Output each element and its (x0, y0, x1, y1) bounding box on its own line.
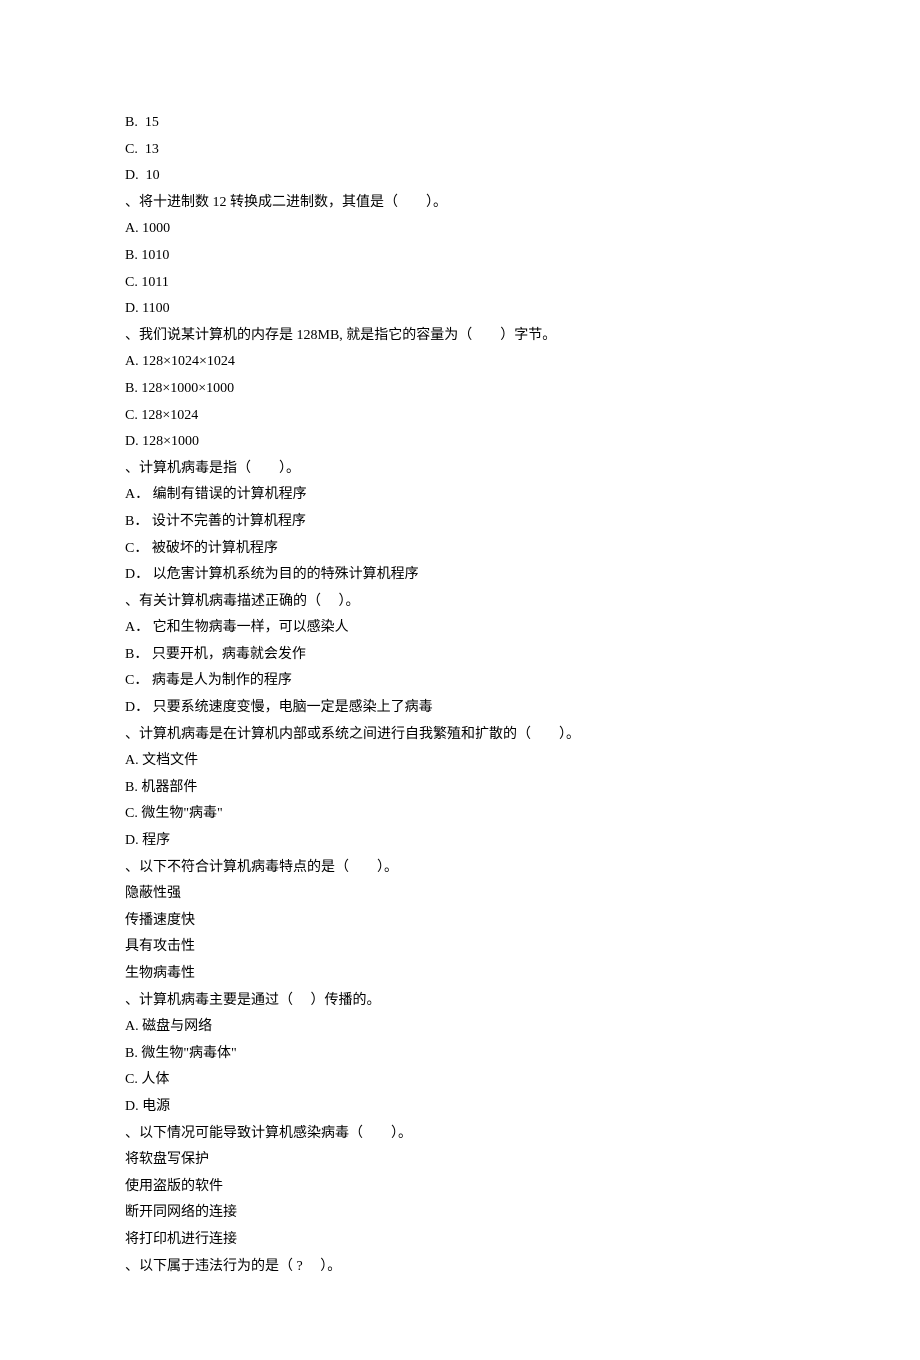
text-line: C. 13 (125, 137, 795, 164)
text-line: C. 人体 (125, 1067, 795, 1094)
text-line: C． 被破坏的计算机程序 (125, 536, 795, 563)
text-line: A. 128×1024×1024 (125, 349, 795, 376)
text-line: C. 1011 (125, 270, 795, 297)
text-line: A. 文档文件 (125, 748, 795, 775)
text-line: 将打印机进行连接 (125, 1227, 795, 1254)
text-line: 、计算机病毒主要是通过（ ）传播的。 (125, 988, 795, 1015)
text-line: 隐蔽性强 (125, 881, 795, 908)
text-line: C． 病毒是人为制作的程序 (125, 668, 795, 695)
text-line: 、将十进制数 12 转换成二进制数，其值是（ ）。 (125, 190, 795, 217)
text-line: B. 1010 (125, 243, 795, 270)
text-line: A． 它和生物病毒一样，可以感染人 (125, 615, 795, 642)
document-page: B. 15 C. 13 D. 10 、将十进制数 12 转换成二进制数，其值是（… (0, 0, 920, 1360)
text-line: 将软盘写保护 (125, 1147, 795, 1174)
text-line: D. 128×1000 (125, 429, 795, 456)
text-line: D． 只要系统速度变慢，电脑一定是感染上了病毒 (125, 695, 795, 722)
text-line: B． 只要开机，病毒就会发作 (125, 642, 795, 669)
text-line: B. 128×1000×1000 (125, 376, 795, 403)
text-line: 具有攻击性 (125, 934, 795, 961)
text-line: C. 微生物"病毒" (125, 801, 795, 828)
text-line: C. 128×1024 (125, 403, 795, 430)
text-line: D. 1100 (125, 296, 795, 323)
text-line: D. 程序 (125, 828, 795, 855)
text-line: B． 设计不完善的计算机程序 (125, 509, 795, 536)
text-line: D. 电源 (125, 1094, 795, 1121)
text-line: 、我们说某计算机的内存是 128MB, 就是指它的容量为（ ）字节。 (125, 323, 795, 350)
text-line: 、以下情况可能导致计算机感染病毒（ ）。 (125, 1121, 795, 1148)
text-line: 传播速度快 (125, 908, 795, 935)
text-line: 、有关计算机病毒描述正确的（ ）。 (125, 589, 795, 616)
text-line: A. 磁盘与网络 (125, 1014, 795, 1041)
text-line: 生物病毒性 (125, 961, 795, 988)
text-line: 、计算机病毒是在计算机内部或系统之间进行自我繁殖和扩散的（ ）。 (125, 722, 795, 749)
text-line: A. 1000 (125, 216, 795, 243)
text-line: 、计算机病毒是指（ ）。 (125, 456, 795, 483)
text-line: D. 10 (125, 163, 795, 190)
text-line: 、以下属于违法行为的是（ ? ）。 (125, 1254, 795, 1281)
text-line: 使用盗版的软件 (125, 1174, 795, 1201)
text-line: D． 以危害计算机系统为目的的特殊计算机程序 (125, 562, 795, 589)
text-line: 断开同网络的连接 (125, 1200, 795, 1227)
text-line: B. 15 (125, 110, 795, 137)
text-line: A． 编制有错误的计算机程序 (125, 482, 795, 509)
text-line: B. 微生物"病毒体" (125, 1041, 795, 1068)
text-line: 、以下不符合计算机病毒特点的是（ ）。 (125, 855, 795, 882)
text-line: B. 机器部件 (125, 775, 795, 802)
